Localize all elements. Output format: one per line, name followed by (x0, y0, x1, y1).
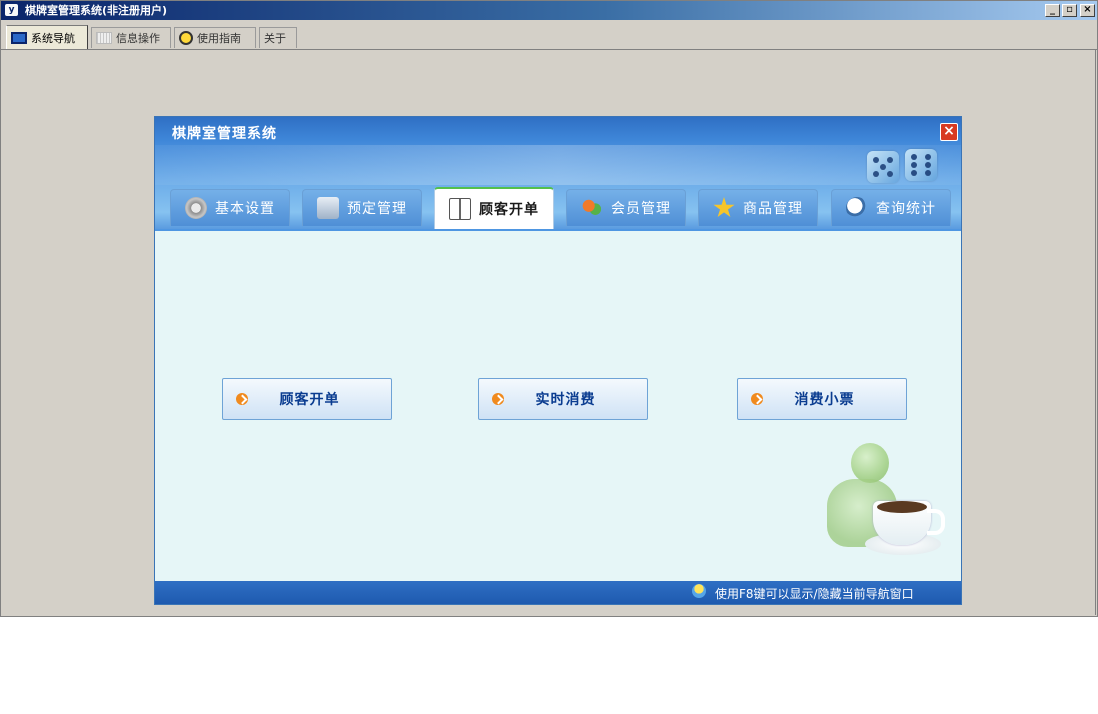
tab-label: 顾客开单 (479, 202, 539, 218)
tab-label: 系统导航 (31, 32, 75, 45)
orange-arrow-icon (751, 393, 763, 405)
close-button[interactable]: × (1080, 4, 1095, 17)
tab-label: 使用指南 (197, 32, 241, 45)
tab-customer-checkin[interactable]: 顾客开单 (434, 187, 554, 229)
compass-icon (179, 31, 193, 45)
realtime-consumption-button[interactable]: 实时消费 (478, 378, 648, 420)
status-hint: 使用F8键可以显示/隐藏当前导航窗口 (715, 587, 914, 601)
grid-icon (96, 32, 112, 44)
star-icon (713, 197, 735, 218)
tab-user-guide[interactable]: 使用指南 (174, 27, 256, 48)
panel-header: 棋牌室管理系统 × 基本设置 预定管理 顾客开单 会员管理 商品管理 查询统计 (155, 117, 961, 229)
window-title: 棋牌室管理系统(非注册用户) (25, 4, 168, 17)
tab-label: 预定管理 (347, 201, 407, 217)
panel-close-button[interactable]: × (940, 123, 958, 141)
book-icon (449, 198, 471, 220)
consumption-receipt-button[interactable]: 消费小票 (737, 378, 907, 420)
customer-checkin-button[interactable]: 顾客开单 (222, 378, 392, 420)
people-icon (581, 197, 603, 219)
navigation-panel: 棋牌室管理系统 × 基本设置 预定管理 顾客开单 会员管理 商品管理 查询统计 … (154, 116, 962, 605)
user-tip-icon (692, 584, 706, 598)
gear-icon (185, 197, 207, 219)
tab-label: 基本设置 (215, 201, 275, 217)
tab-query-statistics[interactable]: 查询统计 (831, 189, 951, 226)
minimize-button[interactable]: _ (1045, 4, 1060, 17)
app-window: y 棋牌室管理系统(非注册用户) _ ▫ × 系统导航 信息操作 使用指南 关于… (0, 0, 1098, 617)
restore-button[interactable]: ▫ (1062, 4, 1077, 17)
magnifier-icon (846, 197, 868, 219)
monitor-icon (317, 197, 339, 219)
tab-system-navigation[interactable]: 系统导航 (6, 25, 88, 50)
tab-info-operations[interactable]: 信息操作 (91, 27, 171, 48)
client-border (1095, 49, 1096, 615)
tab-booking-management[interactable]: 预定管理 (302, 189, 422, 226)
tab-divider (1, 49, 1097, 50)
tab-about[interactable]: 关于 (259, 27, 297, 48)
panel-title: 棋牌室管理系统 (172, 126, 277, 142)
title-bar[interactable]: y 棋牌室管理系统(非注册用户) _ ▫ × (1, 1, 1097, 20)
tab-label: 关于 (264, 32, 286, 45)
mdi-tab-strip: 系统导航 信息操作 使用指南 关于 (1, 22, 1097, 50)
orange-arrow-icon (492, 393, 504, 405)
button-label: 实时消费 (535, 392, 596, 408)
tab-label: 会员管理 (611, 201, 671, 217)
button-label: 消费小票 (794, 392, 855, 408)
tab-basic-settings[interactable]: 基本设置 (170, 189, 290, 226)
app-logo-icon: y (5, 4, 18, 16)
tab-member-management[interactable]: 会员管理 (566, 189, 686, 226)
tab-label: 商品管理 (743, 201, 803, 217)
orange-arrow-icon (236, 393, 248, 405)
tab-label: 信息操作 (116, 32, 160, 45)
tab-goods-management[interactable]: 商品管理 (698, 189, 818, 226)
monitor-icon (11, 32, 27, 44)
tab-label: 查询统计 (876, 201, 936, 217)
button-label: 顾客开单 (279, 392, 340, 408)
dice-icon (867, 149, 941, 189)
panel-status-bar: 使用F8键可以显示/隐藏当前导航窗口 (155, 581, 961, 604)
mascot-coffee-illustration (823, 443, 945, 563)
